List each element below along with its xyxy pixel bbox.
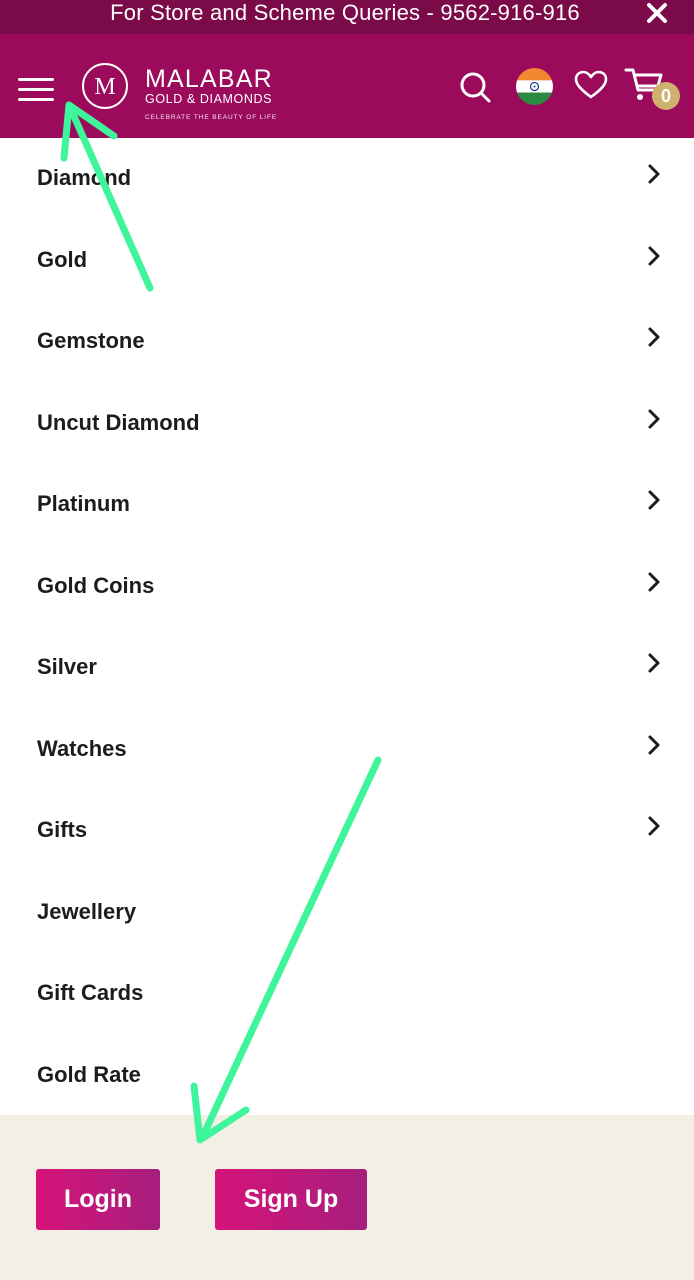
- close-icon[interactable]: [644, 0, 670, 26]
- india-flag-icon[interactable]: [516, 68, 553, 105]
- brand-sub: GOLD & DIAMONDS: [145, 92, 273, 106]
- menu-item-label: Gift Cards: [37, 980, 144, 1005]
- menu-item-label: Diamond: [37, 165, 132, 190]
- login-button[interactable]: Login: [36, 1169, 160, 1230]
- menu-item-diamond[interactable]: Diamond: [0, 138, 694, 220]
- menu-item-gemstone[interactable]: Gemstone: [0, 301, 694, 383]
- menu-item-label: Watches: [37, 735, 127, 761]
- menu-item-label: Platinum: [37, 491, 130, 516]
- announcement-bar: For Store and Scheme Queries - 9562-916-…: [0, 0, 694, 34]
- heart-icon[interactable]: [574, 70, 608, 100]
- menu-item-label: Gemstone: [37, 328, 145, 353]
- chevron-right-icon: [648, 735, 660, 754]
- chevron-right-icon: [648, 490, 660, 510]
- chevron-right-icon: [648, 816, 660, 836]
- site-header: M MALABAR GOLD & DIAMONDS CELEBRATE THE …: [0, 34, 694, 138]
- nav-menu: Diamond Gold Gemstone Uncut Diamond Plat…: [0, 138, 694, 1116]
- menu-item-label: Gold Rate: [37, 1061, 141, 1087]
- brand-logo-icon[interactable]: M: [81, 62, 129, 110]
- menu-icon[interactable]: [18, 78, 54, 102]
- menu-item-platinum[interactable]: Platinum: [0, 464, 694, 546]
- menu-item-jewellery[interactable]: Jewellery: [0, 872, 694, 954]
- announcement-text: For Store and Scheme Queries - 9562-916-…: [110, 0, 580, 25]
- chevron-right-icon: [648, 246, 660, 265]
- chevron-right-icon: [648, 653, 660, 673]
- menu-item-label: Jewellery: [37, 898, 137, 924]
- menu-item-label: Uncut Diamond: [37, 409, 200, 435]
- menu-item-watches[interactable]: Watches: [0, 709, 694, 791]
- menu-item-gifts[interactable]: Gifts: [0, 790, 694, 872]
- menu-item-label: Silver: [37, 654, 97, 679]
- logo-letter: M: [94, 74, 115, 100]
- chevron-right-icon: [648, 572, 660, 591]
- menu-item-gift-cards[interactable]: Gift Cards: [0, 953, 694, 1035]
- brand-logo[interactable]: MALABAR GOLD & DIAMONDS CELEBRATE THE BE…: [145, 66, 277, 122]
- menu-item-label: Gifts: [37, 817, 88, 842]
- brand-tagline: CELEBRATE THE BEAUTY OF LIFE: [145, 114, 278, 121]
- menu-item-gold-coins[interactable]: Gold Coins: [0, 546, 694, 628]
- auth-panel: Login Sign Up: [0, 1115, 694, 1280]
- menu-item-label: Gold: [37, 246, 88, 272]
- chevron-right-icon: [648, 164, 660, 184]
- chevron-right-icon: [648, 327, 660, 347]
- cart-count-badge: 0: [652, 82, 680, 110]
- menu-item-silver[interactable]: Silver: [0, 627, 694, 709]
- brand-name: MALABAR: [145, 65, 273, 93]
- menu-item-uncut-diamond[interactable]: Uncut Diamond: [0, 383, 694, 465]
- search-icon[interactable]: [458, 70, 492, 104]
- signup-button[interactable]: Sign Up: [215, 1169, 367, 1230]
- menu-item-gold-rate[interactable]: Gold Rate: [0, 1035, 694, 1117]
- chevron-right-icon: [648, 409, 660, 428]
- menu-item-gold[interactable]: Gold: [0, 220, 694, 302]
- menu-item-label: Gold Coins: [37, 572, 155, 598]
